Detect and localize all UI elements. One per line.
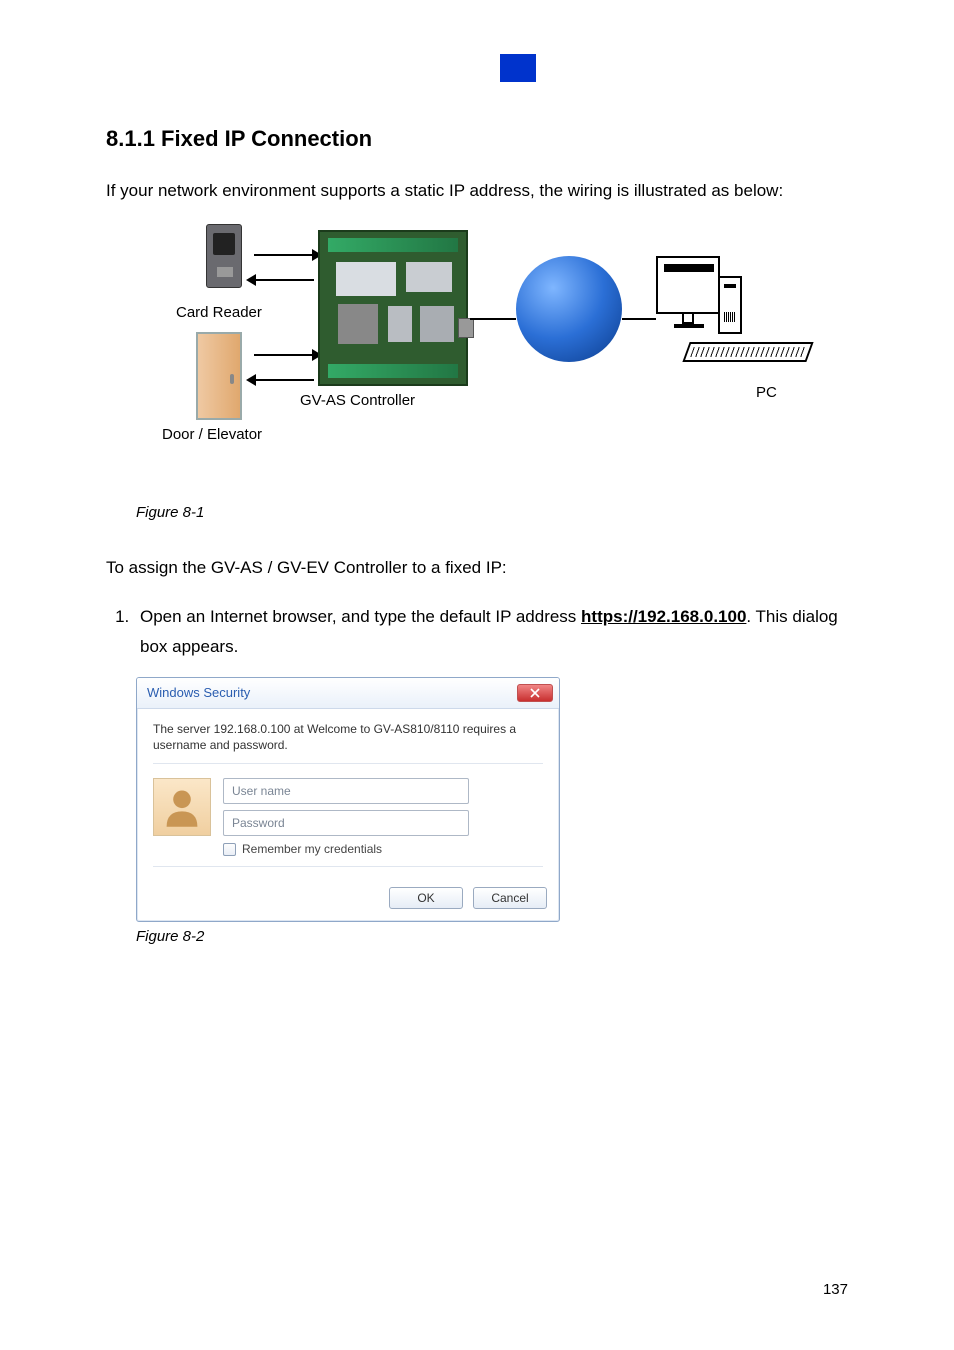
figure-caption-1: Figure 8-1: [136, 504, 848, 521]
dialog-button-row: OK Cancel: [137, 887, 559, 921]
divider: [153, 866, 543, 867]
page-content: 8.1.1 Fixed IP Connection If your networ…: [0, 0, 954, 945]
step1-pre: Open an Internet browser, and type the d…: [140, 607, 581, 626]
dialog-server-text: The server 192.168.0.100 at Welcome to G…: [153, 721, 543, 753]
controller-board-icon: [318, 230, 468, 386]
remember-row: Remember my credentials: [223, 842, 543, 856]
remember-label: Remember my credentials: [242, 842, 382, 856]
page-number: 137: [823, 1281, 848, 1298]
divider: [153, 763, 543, 764]
card-reader-icon: [206, 224, 242, 288]
assign-text: To assign the GV-AS / GV-EV Controller t…: [106, 555, 848, 581]
steps-list: Open an Internet browser, and type the d…: [134, 602, 848, 663]
close-icon: [530, 688, 540, 698]
close-button[interactable]: [517, 684, 553, 702]
section-title: 8.1.1 Fixed IP Connection: [106, 126, 848, 152]
password-input[interactable]: Password: [223, 810, 469, 836]
controller-label: GV-AS Controller: [300, 392, 415, 409]
user-avatar-icon: [153, 778, 211, 836]
arrow-icon: [254, 279, 314, 281]
dialog-body: The server 192.168.0.100 at Welcome to G…: [137, 709, 559, 887]
internet-globe-icon: [516, 256, 622, 362]
connector-line: [470, 318, 516, 320]
dialog-title-text: Windows Security: [147, 685, 250, 700]
door-icon: [196, 332, 242, 420]
arrow-icon: [254, 354, 314, 356]
pc-icon: [656, 256, 812, 376]
username-input[interactable]: User name: [223, 778, 469, 804]
dialog-titlebar: Windows Security: [137, 678, 559, 709]
step-1: Open an Internet browser, and type the d…: [134, 602, 848, 663]
wiring-diagram: Card Reader Door / Elevator GV-AS Contro…: [136, 224, 816, 444]
ok-button[interactable]: OK: [389, 887, 463, 909]
card-reader-label: Card Reader: [176, 304, 262, 321]
remember-checkbox[interactable]: [223, 843, 236, 856]
intro-text: If your network environment supports a s…: [106, 178, 848, 204]
door-label: Door / Elevator: [162, 426, 262, 443]
arrow-icon: [254, 254, 314, 256]
cancel-button[interactable]: Cancel: [473, 887, 547, 909]
chapter-box: [500, 54, 536, 82]
pc-label: PC: [756, 384, 777, 401]
windows-security-dialog: Windows Security The server 192.168.0.10…: [136, 677, 560, 922]
arrow-icon: [254, 379, 314, 381]
figure-caption-2: Figure 8-2: [136, 928, 848, 945]
connector-line: [622, 318, 656, 320]
step1-ip: https://192.168.0.100: [581, 607, 746, 626]
